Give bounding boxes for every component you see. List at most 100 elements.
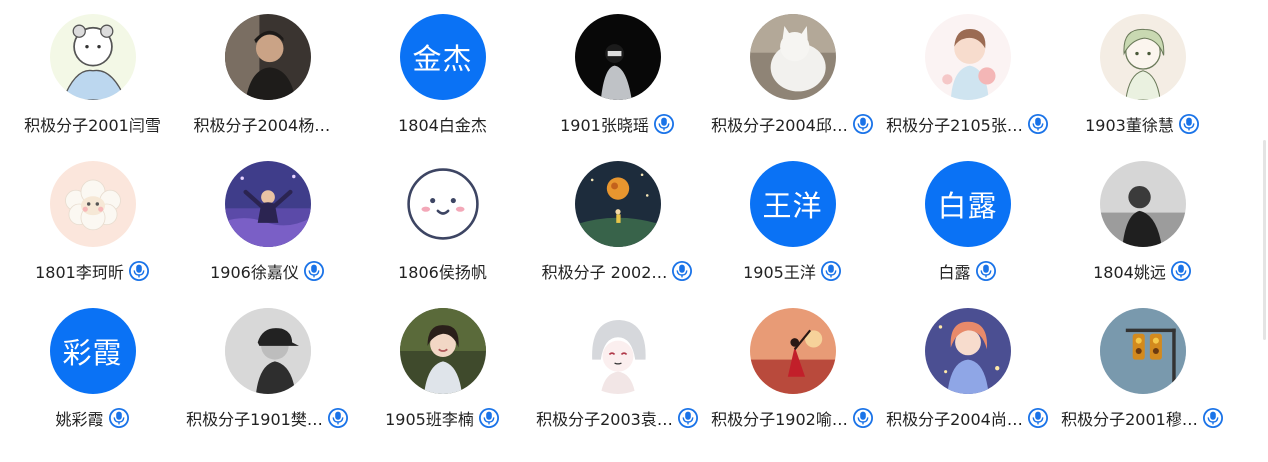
text-avatar[interactable]: 王洋 <box>749 161 836 247</box>
member-item[interactable]: 积极分子2004尚… <box>880 308 1055 455</box>
member-name: 积极分子2001闫雪 <box>24 116 161 135</box>
microphone-badge-icon <box>653 113 675 135</box>
bw-portrait-icon[interactable] <box>1099 161 1186 247</box>
member-name: 1806侯扬帆 <box>398 263 487 282</box>
member-name-row: 积极分子2105张… <box>886 112 1049 136</box>
microphone-badge-icon <box>1178 113 1200 135</box>
microphone-badge-icon <box>128 260 150 282</box>
member-item[interactable]: 积极分子1902喻… <box>705 308 880 455</box>
member-name-row: 积极分子1902喻… <box>711 406 874 430</box>
member-name: 1804白金杰 <box>398 116 487 135</box>
member-name: 积极分子2004杨锦坤 <box>193 116 342 135</box>
member-name-row: 1901张晓瑶 <box>560 112 675 136</box>
member-name-row: 1906徐嘉仪 <box>210 259 325 283</box>
member-item[interactable]: 白露 白露 <box>880 161 1055 308</box>
microphone-badge-icon <box>1027 113 1049 135</box>
member-name: 积极分子1902喻… <box>711 410 848 429</box>
member-name-row: 积极分子2003袁… <box>536 406 699 430</box>
member-name: 1903董徐慧 <box>1085 116 1174 135</box>
microphone-badge-icon <box>677 407 699 429</box>
member-grid: 积极分子2001闫雪 积极分子2004杨锦坤 金杰 1804白金杰 1901张晓瑶 积极分… <box>5 14 1230 455</box>
member-item[interactable]: 积极分子2001闫雪 <box>5 14 180 161</box>
member-name-row: 积极分子1901樊… <box>186 406 349 430</box>
member-item[interactable]: 1906徐嘉仪 <box>180 161 355 308</box>
cap-portrait-icon[interactable] <box>224 308 311 394</box>
dark-portrait-icon[interactable] <box>574 14 661 100</box>
member-name: 积极分子 2002… <box>541 263 668 282</box>
microphone-badge-icon <box>478 407 500 429</box>
member-item[interactable]: 1905班李楠 <box>355 308 530 455</box>
manga-girl-icon[interactable] <box>574 308 661 394</box>
member-item[interactable]: 积极分子2105张… <box>880 14 1055 161</box>
member-item[interactable]: 彩霞姚彩霞 <box>5 308 180 455</box>
microphone-badge-icon <box>1202 407 1224 429</box>
cartoon-bear-icon[interactable] <box>49 14 136 100</box>
member-name: 1906徐嘉仪 <box>210 263 299 282</box>
member-name-row: 1903董徐慧 <box>1085 112 1200 136</box>
microphone-badge-icon <box>327 407 349 429</box>
member-item[interactable]: 1804姚远 <box>1055 161 1230 308</box>
member-name-row: 1905班李楠 <box>385 406 500 430</box>
scrollbar[interactable] <box>1263 140 1266 340</box>
member-name-row: 1905王洋 <box>743 259 842 283</box>
microphone-badge-icon <box>975 260 997 282</box>
member-item[interactable]: 1903董徐慧 <box>1055 14 1230 161</box>
text-avatar[interactable]: 彩霞 <box>49 308 136 394</box>
white-cat-icon[interactable] <box>749 14 836 100</box>
member-name-row: 1804姚远 <box>1093 259 1192 283</box>
member-name-row: 1804白金杰 <box>398 112 487 136</box>
member-item[interactable]: 积极分子1901樊… <box>180 308 355 455</box>
member-name-row: 积极分子 2002… <box>542 259 694 283</box>
little-prince-icon[interactable] <box>574 161 661 247</box>
smiley-face-icon[interactable] <box>399 161 486 247</box>
member-item[interactable]: 积极分子2004杨锦坤 <box>180 14 355 161</box>
member-name: 积极分子2004尚… <box>886 410 1023 429</box>
member-item[interactable]: 金杰 1804白金杰 <box>355 14 530 161</box>
member-name: 姚彩霞 <box>55 410 104 429</box>
sheep-icon[interactable] <box>49 161 136 247</box>
member-item[interactable]: 王洋 1905王洋 <box>705 161 880 308</box>
member-name: 1905王洋 <box>743 263 816 282</box>
member-name: 积极分子2003袁… <box>536 410 673 429</box>
member-item[interactable]: 积极分子2003袁… <box>530 308 705 455</box>
member-name: 积极分子1901樊… <box>186 410 323 429</box>
anime-fairy-icon[interactable] <box>924 308 1011 394</box>
member-name-row: 白露 <box>938 259 996 283</box>
member-item[interactable]: 积极分子 2002… <box>530 161 705 308</box>
dreamy-figure-icon[interactable] <box>224 161 311 247</box>
microphone-badge-icon <box>303 260 325 282</box>
member-name-row: 积极分子2004邱… <box>711 112 874 136</box>
microphone-badge-icon <box>820 260 842 282</box>
member-name: 积极分子2105张… <box>886 116 1023 135</box>
text-avatar[interactable]: 白露 <box>924 161 1011 247</box>
text-avatar[interactable]: 金杰 <box>399 14 486 100</box>
member-name: 白露 <box>938 263 971 282</box>
sunset-dancer-icon[interactable] <box>749 308 836 394</box>
anime-couple-icon[interactable] <box>924 14 1011 100</box>
microphone-badge-icon <box>671 260 693 282</box>
member-name-row: 1806侯扬帆 <box>398 259 487 283</box>
microphone-badge-icon <box>1027 407 1049 429</box>
microphone-badge-icon <box>852 113 874 135</box>
member-item[interactable]: 1801李珂昕 <box>5 161 180 308</box>
microphone-badge-icon <box>852 407 874 429</box>
smiling-girl-icon[interactable] <box>399 308 486 394</box>
member-name: 积极分子2001穆… <box>1061 410 1198 429</box>
member-item[interactable]: 1806侯扬帆 <box>355 161 530 308</box>
member-item[interactable]: 积极分子2001穆… <box>1055 308 1230 455</box>
microphone-badge-icon <box>1170 260 1192 282</box>
member-item[interactable]: 1901张晓瑶 <box>530 14 705 161</box>
member-name-row: 1801李珂昕 <box>35 259 150 283</box>
portrait-photo-icon[interactable] <box>224 14 311 100</box>
member-name-row: 积极分子2001穆… <box>1061 406 1224 430</box>
member-name: 1901张晓瑶 <box>560 116 649 135</box>
member-name: 1804姚远 <box>1093 263 1166 282</box>
member-name-row: 积极分子2004杨锦坤 <box>194 112 342 136</box>
member-name: 1801李珂昕 <box>35 263 124 282</box>
member-item[interactable]: 积极分子2004邱… <box>705 14 880 161</box>
member-name: 积极分子2004邱… <box>711 116 848 135</box>
member-name: 1905班李楠 <box>385 410 474 429</box>
sketch-girl-icon[interactable] <box>1099 14 1186 100</box>
microphone-badge-icon <box>108 407 130 429</box>
traffic-light-icon[interactable] <box>1099 308 1186 394</box>
